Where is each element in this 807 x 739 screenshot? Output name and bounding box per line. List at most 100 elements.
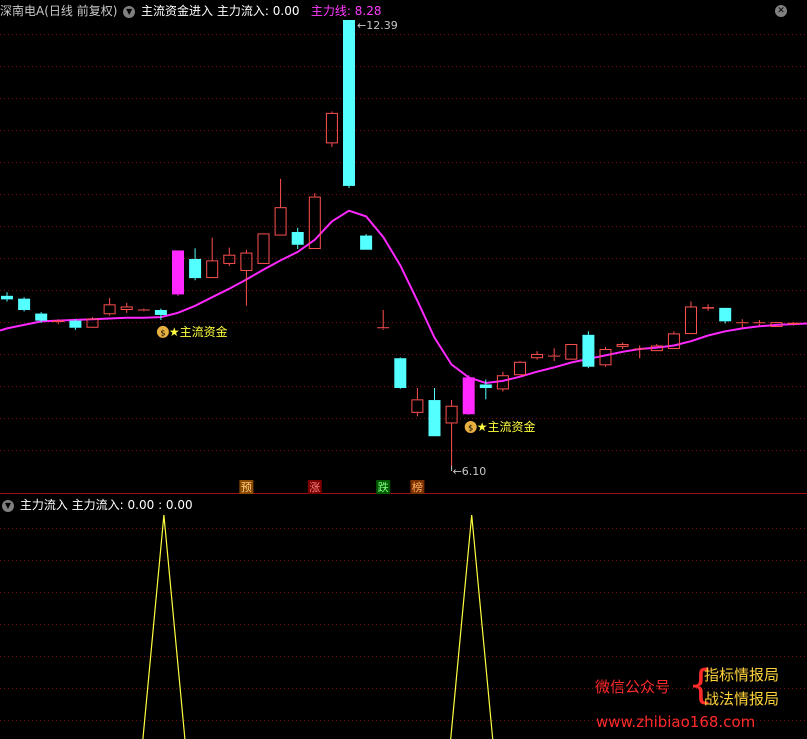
stock-name[interactable]: 深南电A(日线 前复权) [0, 4, 117, 18]
watermark-line1: 指标情报局 [704, 666, 780, 684]
candle-body [223, 254, 236, 264]
candle[interactable] [1, 292, 13, 302]
candle-body [206, 260, 219, 279]
candle[interactable] [189, 248, 202, 281]
candle[interactable] [633, 345, 646, 359]
candle[interactable] [18, 297, 31, 312]
ticker-marker-text: 榜 [412, 480, 423, 494]
sub-chart-header: ▼ 主力流入 主力流入: 0.00 : 0.00 [0, 496, 193, 514]
indicator-name[interactable]: 主流资金进入 [141, 4, 213, 18]
candle[interactable] [274, 178, 287, 236]
ticker-markers: 预涨跌榜 [239, 480, 425, 494]
main-force-line [0, 209, 807, 385]
inflow-label: 主力流入: 0.00 [216, 4, 300, 18]
candle-body [343, 20, 355, 186]
ticker-marker[interactable]: 跌 [376, 480, 391, 494]
sub-values-label: 主力流入: 0.00 : 0.00 [71, 498, 193, 512]
indicator-menu-icon[interactable]: ▼ [2, 499, 14, 512]
candle[interactable] [685, 301, 697, 335]
candle[interactable] [343, 20, 355, 189]
main-line-label: 主力线: 8.28 [310, 4, 382, 18]
candle[interactable] [394, 357, 407, 389]
candle-body [240, 252, 253, 272]
candle[interactable] [69, 319, 82, 330]
money-bag-icon-glyph: $ [468, 423, 473, 432]
candle[interactable] [120, 302, 133, 313]
candle[interactable] [616, 342, 629, 350]
candle-body [514, 361, 526, 376]
inflow-spikes [142, 514, 494, 739]
close-icon[interactable]: ✕ [775, 5, 787, 17]
ma-line [0, 209, 807, 385]
candle-body [531, 353, 544, 359]
high-label: ←12.39 [357, 19, 398, 32]
candle-body [582, 334, 595, 367]
candle[interactable] [206, 237, 219, 279]
candle[interactable] [462, 375, 475, 415]
candle[interactable] [445, 400, 458, 466]
candle-body [18, 298, 31, 311]
candle[interactable] [514, 361, 526, 376]
candle-body [257, 233, 270, 264]
candle[interactable] [172, 250, 184, 296]
candle-body [325, 112, 338, 144]
candle-body [154, 310, 167, 315]
signal-label: ★主流资金 [477, 419, 536, 434]
candle-body [35, 313, 48, 321]
ticker-marker[interactable]: 涨 [307, 480, 322, 494]
candle[interactable] [377, 310, 390, 330]
candle-body [479, 384, 492, 389]
candle[interactable] [702, 304, 715, 311]
ticker-marker-text: 预 [241, 481, 252, 494]
money-bag-icon-glyph: $ [160, 328, 165, 337]
chart-canvas: $ ★主流资金 $ ★主流资金 ←12.39 ←6.10 预 涨 跌 榜 [0, 19, 807, 739]
inflow-spike [450, 514, 494, 739]
ticker-marker-text: 涨 [309, 481, 320, 494]
candle[interactable] [223, 247, 236, 267]
candle-body [719, 307, 732, 322]
ticker-marker[interactable]: 榜 [410, 480, 425, 494]
candle[interactable] [411, 388, 424, 417]
candle[interactable] [719, 307, 732, 324]
candle-body [565, 344, 578, 360]
sub-indicator-name[interactable]: 主力流入 [20, 498, 68, 512]
candle[interactable] [531, 351, 544, 360]
candle-body [428, 400, 441, 437]
candle-body [411, 399, 424, 413]
ticker-marker[interactable]: 预 [239, 480, 254, 494]
candle[interactable] [325, 111, 338, 147]
candle-body [616, 344, 629, 347]
watermark-line2: 战法情报局 [704, 690, 780, 708]
candle-body [445, 405, 458, 424]
candle[interactable] [103, 297, 116, 316]
candle-body [1, 295, 13, 300]
candle[interactable] [137, 308, 150, 312]
candle-body [69, 320, 82, 328]
candle-body [360, 235, 373, 250]
candlestick-series [1, 20, 800, 466]
ticker-marker-text: 跌 [378, 480, 389, 494]
candle-body [120, 306, 133, 311]
candle[interactable] [565, 344, 578, 360]
candle-body [172, 250, 184, 295]
low-label: ←6.10 [453, 465, 487, 478]
candle[interactable] [753, 319, 766, 326]
main-chart-header: 深南电A(日线 前复权) ▼ 主流资金进入 主力流入: 0.00 主力线: 8.… [0, 2, 382, 20]
candle[interactable] [428, 388, 441, 437]
watermark-url: www.zhibiao168.com [596, 713, 756, 731]
candle-body [274, 207, 287, 236]
candle-body [189, 258, 202, 279]
candle-body [462, 377, 475, 415]
candle[interactable] [360, 234, 373, 250]
candle[interactable] [736, 319, 749, 328]
watermark-wechat: 微信公众号 [595, 678, 671, 696]
candle[interactable] [257, 233, 270, 264]
candle[interactable] [548, 348, 561, 362]
candle-body [103, 304, 116, 315]
candle-body [291, 232, 304, 245]
indicator-menu-icon[interactable]: ▼ [123, 5, 136, 18]
candle-body [685, 306, 697, 335]
candle[interactable] [582, 331, 595, 369]
signal-label: ★主流资金 [169, 324, 228, 339]
candle[interactable] [291, 227, 304, 250]
